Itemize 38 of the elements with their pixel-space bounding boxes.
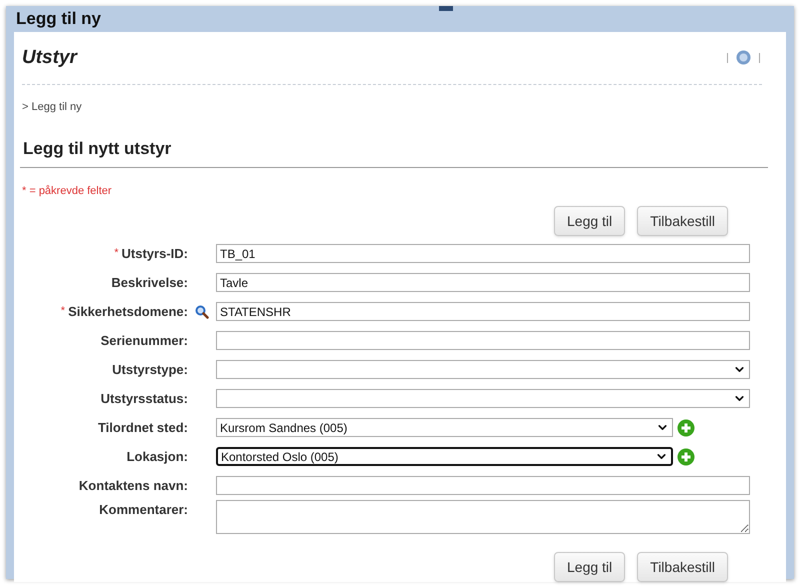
section-title: Legg til nytt utstyr	[23, 139, 172, 158]
dropdown-value: Kursrom Sandnes (005)	[220, 420, 348, 436]
window-title: Legg til ny	[16, 8, 101, 30]
field-label: Tilordnet sted:	[98, 418, 188, 437]
dropdown-field[interactable]: Kursrom Sandnes (005)	[216, 418, 673, 437]
text-field[interactable]: STATENSHR	[216, 302, 750, 321]
text-field[interactable]	[216, 331, 750, 350]
field-label: Beskrivelse:	[111, 274, 188, 292]
text-field[interactable]: Tavle	[216, 273, 750, 292]
text-field[interactable]	[216, 476, 750, 495]
dropdown-field[interactable]	[216, 360, 750, 379]
field-label: Utstyrs-ID:	[122, 244, 188, 263]
field-label: Kommentarer:	[99, 501, 188, 519]
field-label: Sikkerhetsdomene:	[68, 302, 188, 321]
drag-handle-icon[interactable]	[439, 6, 453, 11]
required-asterisk: *	[114, 246, 119, 262]
field-label: Lokasjon:	[126, 448, 188, 466]
comment-field[interactable]	[216, 500, 750, 534]
text-field[interactable]: TB_01	[216, 244, 750, 263]
field-label: Utstyrstype:	[112, 360, 188, 379]
required-note: * = påkrevde felter	[22, 185, 112, 197]
field-label: Utstyrsstatus:	[100, 390, 188, 408]
search-icon[interactable]	[195, 304, 209, 318]
field-label: Serienummer:	[100, 332, 188, 350]
reset-button[interactable]: Tilbakestill	[637, 552, 728, 582]
add-button[interactable]: Legg til	[554, 206, 626, 236]
field-label: Kontaktens navn:	[78, 476, 188, 495]
page-title: Utstyr	[22, 46, 77, 70]
add-icon[interactable]	[677, 418, 695, 436]
breadcrumb: > Legg til ny	[22, 101, 82, 113]
help-icon[interactable]	[736, 50, 751, 66]
reset-button[interactable]: Tilbakestill	[637, 206, 728, 236]
required-asterisk: *	[60, 304, 66, 320]
dropdown-field[interactable]: Kontorsted Oslo (005)	[216, 447, 673, 466]
add-button[interactable]: Legg til	[554, 552, 626, 582]
dropdown-value: Kontorsted Oslo (005)	[221, 448, 338, 466]
add-icon[interactable]	[677, 448, 695, 466]
dropdown-field[interactable]	[216, 389, 750, 408]
